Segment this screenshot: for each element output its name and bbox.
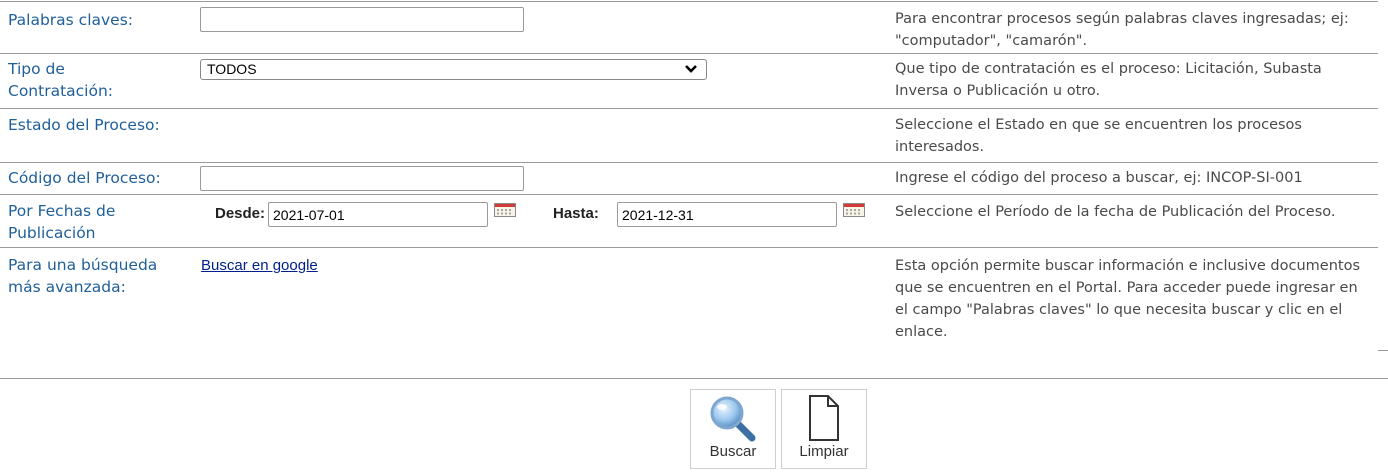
- contract-type-label: Tipo de Contratación:: [8, 58, 113, 102]
- to-date-input[interactable]: [617, 202, 837, 227]
- calendar-icon[interactable]: [494, 203, 516, 217]
- row-contract-type: Tipo de Contratación: TODOS Que tipo de …: [0, 53, 1378, 108]
- row-code: Código del Proceso: Ingrese el código de…: [0, 162, 1378, 194]
- row-status: Estado del Proceso: Seleccione el Estado…: [0, 108, 1378, 162]
- from-label: Desde:: [215, 205, 266, 222]
- right-edge-tick: [1378, 350, 1388, 351]
- code-help: Ingrese el código del proceso a buscar, …: [895, 170, 1303, 186]
- status-label: Estado del Proceso:: [8, 116, 160, 134]
- blank-document-icon: [804, 394, 844, 446]
- contract-type-help: Que tipo de contratación es el proceso: …: [895, 61, 1322, 99]
- contract-type-label-line2: Contratación:: [8, 82, 114, 100]
- advanced-label-line2: más avanzada:: [8, 278, 126, 296]
- contract-type-select[interactable]: TODOS: [200, 59, 707, 80]
- dates-help: Seleccione el Período de la fecha de Pub…: [895, 204, 1336, 220]
- dates-label-line2: Publicación: [8, 224, 96, 242]
- advanced-help: Esta opción permite buscar información e…: [895, 258, 1361, 340]
- from-date-input[interactable]: [268, 202, 488, 227]
- row-keywords: Palabras claves: Para encontrar procesos…: [0, 1, 1378, 54]
- keywords-label: Palabras claves:: [8, 11, 133, 29]
- contract-type-selected: TODOS: [207, 61, 257, 77]
- advanced-label-line1: Para una búsqueda: [8, 256, 158, 274]
- calendar-icon[interactable]: [843, 203, 865, 217]
- keywords-input[interactable]: [200, 7, 524, 32]
- chevron-down-icon: [684, 60, 698, 82]
- dates-label: Por Fechas de Publicación: [8, 200, 115, 244]
- search-button-label: Buscar: [709, 443, 757, 460]
- magnifier-icon: [708, 394, 758, 446]
- clear-button[interactable]: Limpiar: [781, 389, 867, 469]
- row-advanced: Para una búsqueda más avanzada: Buscar e…: [0, 247, 1378, 358]
- code-label: Código del Proceso:: [8, 169, 161, 187]
- contract-type-label-line1: Tipo de: [8, 60, 65, 78]
- keywords-help: Para encontrar procesos según palabras c…: [895, 11, 1349, 49]
- status-help: Seleccione el Estado en que se encuentre…: [895, 117, 1302, 155]
- advanced-label: Para una búsqueda más avanzada:: [8, 254, 157, 298]
- google-search-link[interactable]: Buscar en google: [201, 257, 318, 274]
- dates-label-line1: Por Fechas de: [8, 202, 116, 220]
- row-dates: Por Fechas de Publicación Desde: Hasta:: [0, 194, 1378, 247]
- search-button[interactable]: Buscar: [690, 389, 776, 469]
- code-input[interactable]: [200, 166, 524, 191]
- clear-button-label: Limpiar: [799, 443, 849, 460]
- to-label: Hasta:: [553, 205, 599, 222]
- bottom-divider: [0, 378, 1388, 379]
